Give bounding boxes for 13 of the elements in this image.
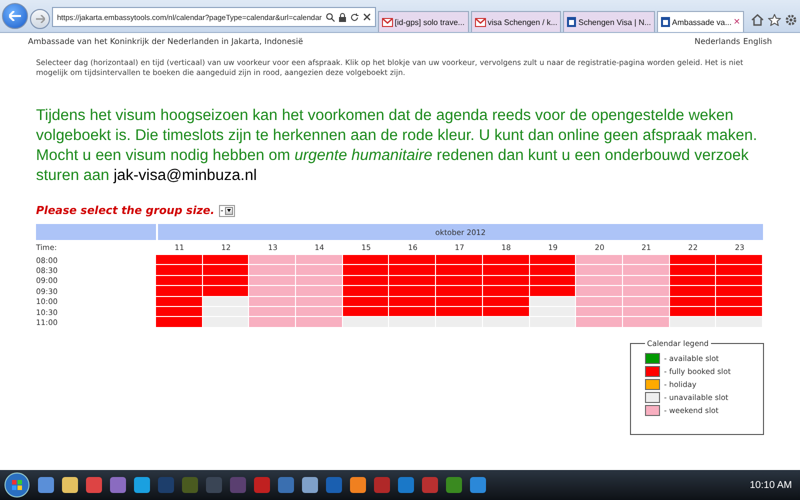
group-size-label: Please select the group size. (36, 204, 215, 217)
browser-tab[interactable]: visa Schengen / k... (470, 11, 562, 32)
browser-tab[interactable]: Schengen Visa | N... (563, 11, 656, 32)
language-link[interactable]: English (743, 37, 772, 46)
language-link[interactable]: Nederlands (694, 37, 740, 46)
browser-tab[interactable]: [id-gps] solo trave... (378, 11, 469, 32)
tab-close-button[interactable]: × (734, 16, 740, 28)
email-link[interactable]: jak-visa@minbuza.nl (114, 167, 257, 184)
notice-text: Tijdens het visum hoogseizoen kan het voorkomen dat de agenda reeds voor de opengestelde weken volgeboekt is. Die timeslots zijn te herkennen aan de rode kleur. U kunt dan online geen afspraak maken. Mocht u een visum nodig hebben om urgente humanitaire redenen dan kunt u een onderbouwd verzoek sturen aan jak-visa@minbuza.nl (36, 106, 758, 186)
clock: 10:10 AM (750, 480, 792, 490)
group-size-select[interactable]: - (218, 204, 236, 216)
browser-tab[interactable]: Ambassade va... × (657, 11, 744, 32)
embassy-title: Ambassade van het Koninkrijk der Nederlanden in Jakarta, Indonesië (28, 37, 304, 46)
